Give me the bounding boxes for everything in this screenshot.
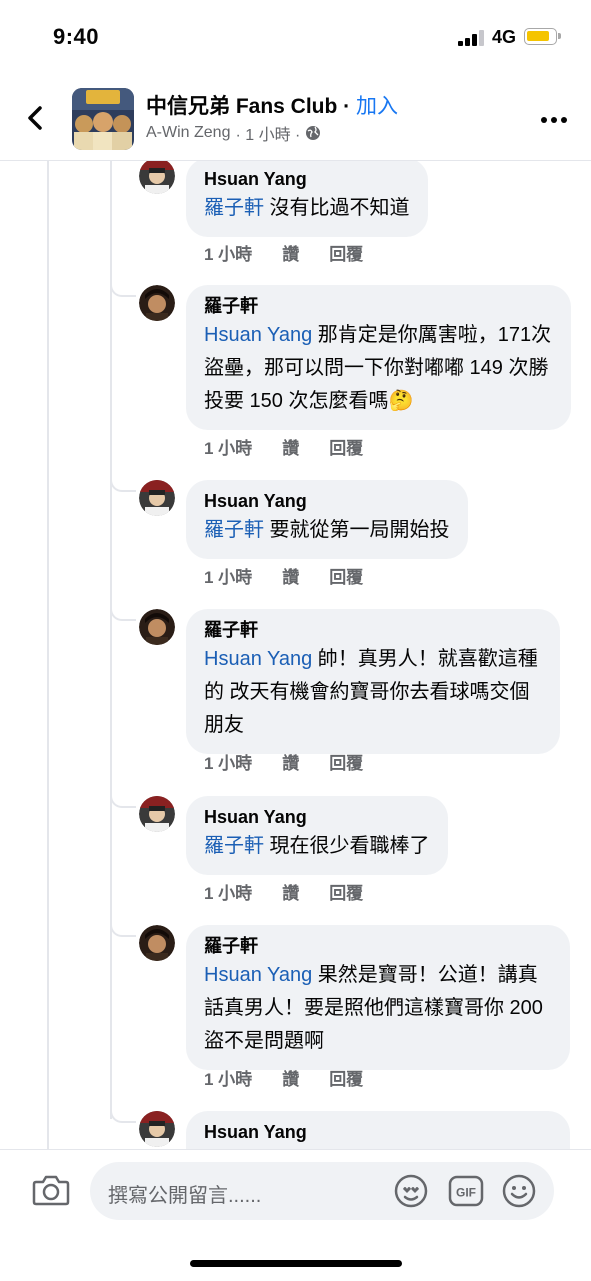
comment-bubble[interactable]: 羅子軒 Hsuan Yang 那肯定是你厲害啦，171次盜壘，那可以問一下你對嘟… <box>186 285 571 430</box>
back-icon[interactable] <box>22 104 50 132</box>
reply-button[interactable]: 回覆 <box>329 1065 363 1090</box>
svg-text:GIF: GIF <box>456 1186 476 1200</box>
mention-link[interactable]: 羅子軒 <box>204 519 264 541</box>
comment-text: Hsuan Yang 果然是寶哥！公道！講真話真男人！要是照他們這樣寶哥你 20… <box>204 959 552 1058</box>
comment-input[interactable]: 撰寫公開留言...... GIF <box>90 1162 554 1220</box>
emoji-icon[interactable] <box>502 1174 536 1208</box>
comment-time: 1 小時 <box>204 1070 253 1089</box>
reply-connector <box>110 794 136 808</box>
like-button[interactable]: 讚 <box>282 240 299 265</box>
globe-icon <box>306 126 321 140</box>
like-button[interactable]: 讚 <box>282 879 299 904</box>
comment-actions: 1 小時 讚 回覆 <box>204 240 393 265</box>
join-button[interactable]: 加入 <box>356 95 398 118</box>
reply-connector <box>110 478 136 492</box>
like-button[interactable]: 讚 <box>282 434 299 459</box>
comment-text: Hsuan Yang 那肯定是你厲害啦，171次盜壘，那可以問一下你對嘟嘟 14… <box>204 319 553 418</box>
comment-author[interactable]: Hsuan Yang <box>204 490 450 512</box>
signal-icon <box>458 30 486 46</box>
post-author[interactable]: A-Win Zeng <box>146 124 230 142</box>
reply-thread-line <box>110 161 112 1119</box>
comment-input-placeholder: 撰寫公開留言...... <box>108 1185 262 1207</box>
reply-button[interactable]: 回覆 <box>329 240 363 265</box>
comment-time: 1 小時 <box>204 439 253 458</box>
home-indicator[interactable] <box>190 1260 402 1267</box>
camera-icon[interactable] <box>32 1173 70 1207</box>
post-header: 中信兄弟 Fans Club · 加入 A-Win Zeng · 1 小時 · <box>0 76 591 161</box>
comment-actions: 1 小時 讚 回覆 <box>204 879 393 904</box>
title-separator: · <box>337 95 357 118</box>
comment-bubble[interactable]: Hsuan Yang 羅子軒 要就從第一局開始投 <box>186 480 468 559</box>
gif-icon[interactable]: GIF <box>448 1174 484 1208</box>
avatar[interactable] <box>139 925 175 961</box>
comment-time: 1 小時 <box>204 568 253 587</box>
comment-body: 要就從第一局開始投 <box>264 519 450 541</box>
avatar[interactable] <box>139 1111 175 1147</box>
post-time: · 1 小時 · <box>235 127 301 144</box>
mention-link[interactable]: 羅子軒 <box>204 197 264 219</box>
mention-link[interactable]: Hsuan Yang <box>204 648 312 670</box>
reply-button[interactable]: 回覆 <box>329 879 363 904</box>
comment-author[interactable]: Hsuan Yang <box>204 1121 552 1143</box>
status-time: 9:40 <box>53 24 100 49</box>
thread-line <box>47 161 49 1149</box>
avatar[interactable] <box>139 609 175 645</box>
comment-time: 1 小時 <box>204 245 253 264</box>
reply-button[interactable]: 回覆 <box>329 749 363 774</box>
mention-link[interactable]: 羅子軒 <box>204 835 264 857</box>
comment-body: 現在很少看職棒了 <box>264 835 430 857</box>
reply-connector <box>110 1109 136 1123</box>
avatar[interactable] <box>139 480 175 516</box>
post-meta: A-Win Zeng · 1 小時 · <box>146 121 321 145</box>
group-title: 中信兄弟 Fans Club · 加入 <box>146 90 398 120</box>
like-button[interactable]: 讚 <box>282 563 299 588</box>
avatar[interactable] <box>139 796 175 832</box>
reply-connector <box>110 607 136 621</box>
status-bar: 9:40 4G <box>0 0 591 76</box>
avatar[interactable] <box>139 285 175 321</box>
comment-bubble[interactable]: Hsuan Yang 羅子軒 現在很少看職棒了 <box>186 796 448 875</box>
comment-actions: 1 小時 讚 回覆 <box>204 1065 393 1090</box>
comment-bubble[interactable]: 羅子軒 Hsuan Yang 果然是寶哥！公道！講真話真男人！要是照他們這樣寶哥… <box>186 925 570 1070</box>
reply-connector <box>110 283 136 297</box>
group-name[interactable]: 中信兄弟 Fans Club <box>146 95 337 118</box>
comment-actions: 1 小時 讚 回覆 <box>204 563 393 588</box>
comment-text: Hsuan Yang 帥！真男人！就喜歡這種的 改天有機會約寶哥你去看球嗎交個朋… <box>204 643 542 742</box>
comment-text: 羅子軒 要就從第一局開始投 <box>204 514 450 547</box>
reply-button[interactable]: 回覆 <box>329 434 363 459</box>
avatar[interactable] <box>139 161 175 194</box>
network-label: 4G <box>492 27 517 47</box>
comment-time: 1 小時 <box>204 884 253 903</box>
mention-link[interactable]: Hsuan Yang <box>204 964 312 986</box>
comment-author[interactable]: 羅子軒 <box>204 295 553 317</box>
sticker-icon[interactable] <box>394 1174 428 1208</box>
like-button[interactable]: 讚 <box>282 749 299 774</box>
reply-button[interactable]: 回覆 <box>329 563 363 588</box>
battery-icon <box>524 28 561 45</box>
group-avatar[interactable] <box>72 88 134 150</box>
comment-thread: Hsuan Yang 羅子軒 沒有比過不知道 1 小時讚回覆 羅子軒 Hsuan… <box>0 161 591 1149</box>
comment-author[interactable]: 羅子軒 <box>204 935 552 957</box>
comment-bubble[interactable]: Hsuan Yang <box>186 1111 570 1149</box>
comment-author[interactable]: Hsuan Yang <box>204 806 430 828</box>
comment-bubble[interactable]: Hsuan Yang 羅子軒 沒有比過不知道 <box>186 161 428 237</box>
comment-bubble[interactable]: 羅子軒 Hsuan Yang 帥！真男人！就喜歡這種的 改天有機會約寶哥你去看球… <box>186 609 560 754</box>
comment-actions: 1 小時 讚 回覆 <box>204 749 393 774</box>
comment-text: 羅子軒 現在很少看職棒了 <box>204 830 430 863</box>
comment-author[interactable]: 羅子軒 <box>204 619 542 641</box>
comment-time: 1 小時 <box>204 754 253 773</box>
comment-author[interactable]: Hsuan Yang <box>204 168 410 190</box>
comment-actions: 1 小時 讚 回覆 <box>204 434 393 459</box>
comment-body: 沒有比過不知道 <box>264 197 410 219</box>
comment-text: 羅子軒 沒有比過不知道 <box>204 192 410 225</box>
comment-composer: 撰寫公開留言...... GIF <box>0 1149 591 1281</box>
reply-connector <box>110 923 136 937</box>
more-options-icon[interactable] <box>540 116 568 124</box>
like-button[interactable]: 讚 <box>282 1065 299 1090</box>
mention-link[interactable]: Hsuan Yang <box>204 324 312 346</box>
